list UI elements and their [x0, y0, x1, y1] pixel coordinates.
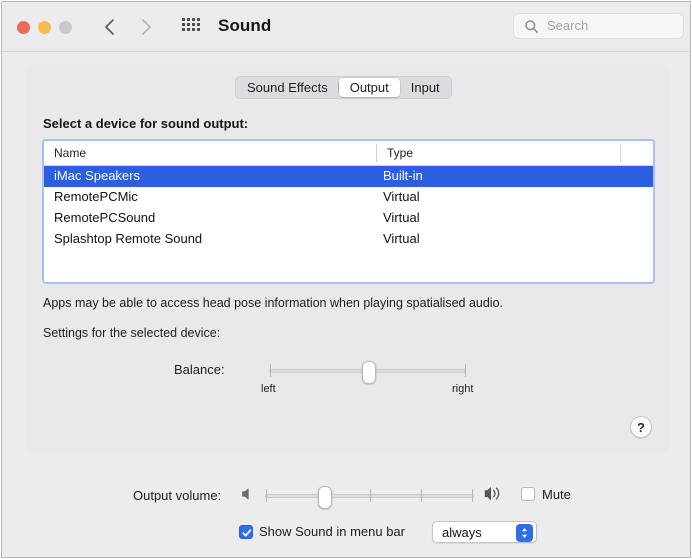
search-icon [524, 19, 539, 34]
menu-bar-visibility-value: always [442, 525, 482, 540]
balance-label: Balance: [174, 362, 225, 377]
device-name: RemotePCMic [54, 189, 138, 204]
all-preferences-grid-icon[interactable] [182, 18, 204, 36]
help-button[interactable]: ? [630, 416, 652, 438]
speaker-loud-icon [483, 485, 507, 503]
device-type: Built-in [383, 168, 423, 183]
settings-for-device-label: Settings for the selected device: [43, 326, 220, 340]
minimize-window-button[interactable] [38, 21, 51, 34]
tab-sound-effects[interactable]: Sound Effects [236, 78, 339, 97]
table-row[interactable]: RemotePCSound Virtual [44, 208, 653, 229]
output-volume-label: Output volume: [133, 488, 221, 503]
tab-output[interactable]: Output [339, 78, 400, 97]
device-type: Virtual [383, 231, 420, 246]
window-titlebar: Sound Search [2, 2, 690, 52]
speaker-mute-icon [240, 486, 256, 502]
mute-label: Mute [542, 487, 571, 502]
spatial-audio-note: Apps may be able to access head pose inf… [43, 296, 503, 310]
show-sound-in-menu-bar-checkbox[interactable] [239, 525, 253, 539]
sound-preferences-window: Sound Search Sound Effects Output Input … [1, 1, 691, 558]
menu-bar-visibility-select[interactable]: always [432, 521, 537, 543]
device-name: RemotePCSound [54, 210, 155, 225]
balance-tick-right [465, 364, 466, 377]
close-window-button[interactable] [17, 21, 30, 34]
table-header-row: Name Type [44, 141, 653, 166]
checkmark-icon [241, 527, 253, 539]
forward-chevron-icon[interactable] [135, 15, 157, 39]
device-type: Virtual [383, 189, 420, 204]
tab-bar: Sound Effects Output Input [235, 76, 452, 99]
balance-tick-left [270, 364, 271, 377]
balance-right-label: right [452, 383, 473, 395]
table-row[interactable]: RemotePCMic Virtual [44, 187, 653, 208]
chevron-updown-icon[interactable] [516, 524, 533, 542]
device-type: Virtual [383, 210, 420, 225]
volume-tick [472, 489, 473, 502]
volume-tick [266, 489, 267, 502]
balance-slider[interactable] [269, 360, 466, 382]
table-row[interactable]: Splashtop Remote Sound Virtual [44, 229, 653, 250]
volume-slider-thumb[interactable] [318, 486, 332, 509]
output-volume-slider[interactable] [265, 485, 474, 507]
page-title: Sound [218, 16, 271, 36]
show-sound-in-menu-bar-label: Show Sound in menu bar [259, 524, 405, 539]
column-divider[interactable] [376, 144, 377, 162]
table-row[interactable]: iMac Speakers Built-in [44, 166, 653, 187]
device-name: iMac Speakers [54, 168, 140, 183]
tab-input[interactable]: Input [400, 78, 451, 97]
zoom-window-button[interactable] [59, 21, 72, 34]
column-header-name[interactable]: Name [54, 146, 86, 160]
device-name: Splashtop Remote Sound [54, 231, 202, 246]
column-divider[interactable] [620, 144, 621, 162]
balance-left-label: left [261, 383, 276, 395]
back-chevron-icon[interactable] [99, 15, 121, 39]
volume-tick [421, 489, 422, 502]
volume-tick [370, 489, 371, 502]
device-list-table[interactable]: Name Type iMac Speakers Built-in RemoteP… [42, 139, 655, 284]
search-input[interactable]: Search [513, 13, 684, 39]
select-device-label: Select a device for sound output: [43, 116, 248, 131]
mute-checkbox[interactable] [521, 487, 535, 501]
column-header-type[interactable]: Type [387, 146, 413, 160]
search-placeholder: Search [547, 18, 588, 33]
balance-slider-thumb[interactable] [362, 361, 376, 384]
